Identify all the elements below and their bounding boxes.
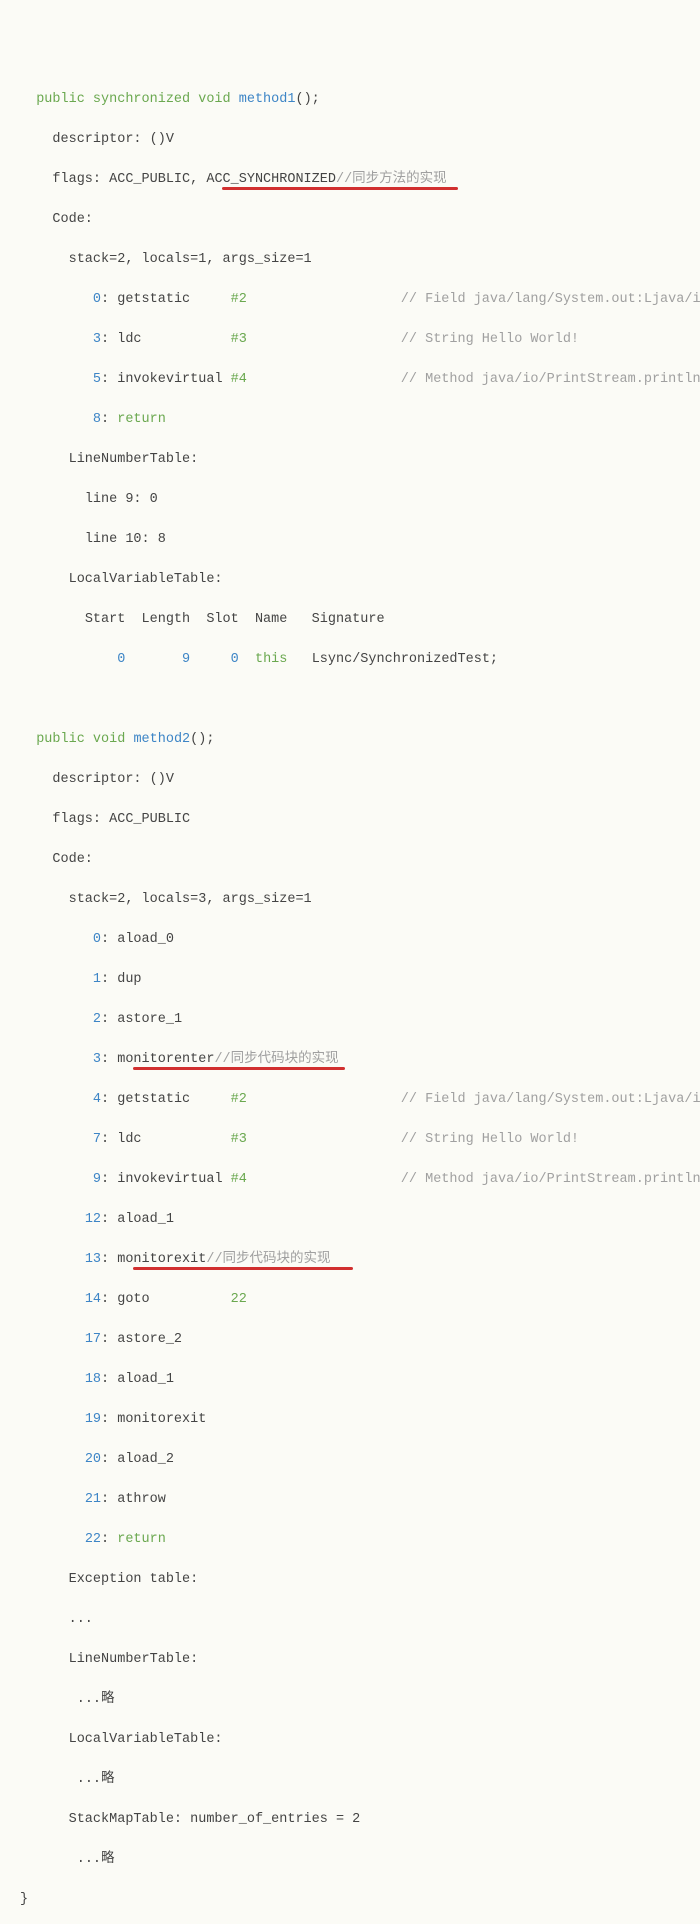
omit: ...略 [20,1850,690,1870]
exc-table: Exception table: [20,1570,690,1590]
m2-descriptor: descriptor: ()V [20,770,690,790]
underline-annotation [222,187,458,190]
instr: 0: aload_0 [20,930,690,950]
instr: 22: return [20,1530,690,1550]
closing-brace: } [20,1890,690,1910]
m1-code: Code: [20,210,690,230]
instr: 1: dup [20,970,690,990]
lvt-hdr: Start Length Slot Name Signature [20,610,690,630]
instr: 9: invokevirtual #4 // Method java/io/Pr… [20,1170,690,1190]
instr: 5: invokevirtual #4 // Method java/io/Pr… [20,370,690,390]
instr: 0: getstatic #2 // Field java/lang/Syste… [20,290,690,310]
keywords: public synchronized void [36,92,230,107]
underline-annotation [133,1067,345,1070]
instr: 17: astore_2 [20,1330,690,1350]
instr: 3: monitorenter//同步代码块的实现 [20,1050,690,1070]
instr: 4: getstatic #2 // Field java/lang/Syste… [20,1090,690,1110]
m2-signature: public void method2(); [20,730,690,750]
lvt-row: 0 9 0 this Lsync/SynchronizedTest; [20,650,690,670]
instr: 2: astore_1 [20,1010,690,1030]
lnt: LineNumberTable: [20,1650,690,1670]
instr: 20: aload_2 [20,1450,690,1470]
method-name: method1 [239,92,296,107]
lnt-row: line 10: 8 [20,530,690,550]
m1-flags: flags: ACC_PUBLIC, ACC_SYNCHRONIZED//同步方… [20,170,690,190]
lnt-row: line 9: 0 [20,490,690,510]
instr: 21: athrow [20,1490,690,1510]
omit: ...略 [20,1770,690,1790]
omit: ...略 [20,1690,690,1710]
underline-annotation [133,1267,353,1270]
smt: StackMapTable: number_of_entries = 2 [20,1810,690,1830]
instr: 7: ldc #3 // String Hello World! [20,1130,690,1150]
m1-signature: public synchronized void method1(); [20,90,690,110]
lvt: LocalVariableTable: [20,570,690,590]
instr: 18: aload_1 [20,1370,690,1390]
m2-flags: flags: ACC_PUBLIC [20,810,690,830]
instr: 19: monitorexit [20,1410,690,1430]
instr: 14: goto 22 [20,1290,690,1310]
dots: ... [20,1610,690,1630]
lvt: LocalVariableTable: [20,1730,690,1750]
lnt: LineNumberTable: [20,450,690,470]
instr: 13: monitorexit//同步代码块的实现 [20,1250,690,1270]
m1-descriptor: descriptor: ()V [20,130,690,150]
m2-code: Code: [20,850,690,870]
blank [20,690,690,710]
m1-stack: stack=2, locals=1, args_size=1 [20,250,690,270]
sig-tail: (); [295,92,319,107]
instr: 12: aload_1 [20,1210,690,1230]
m2-stack: stack=2, locals=3, args_size=1 [20,890,690,910]
instr: 8: return [20,410,690,430]
instr: 3: ldc #3 // String Hello World! [20,330,690,350]
